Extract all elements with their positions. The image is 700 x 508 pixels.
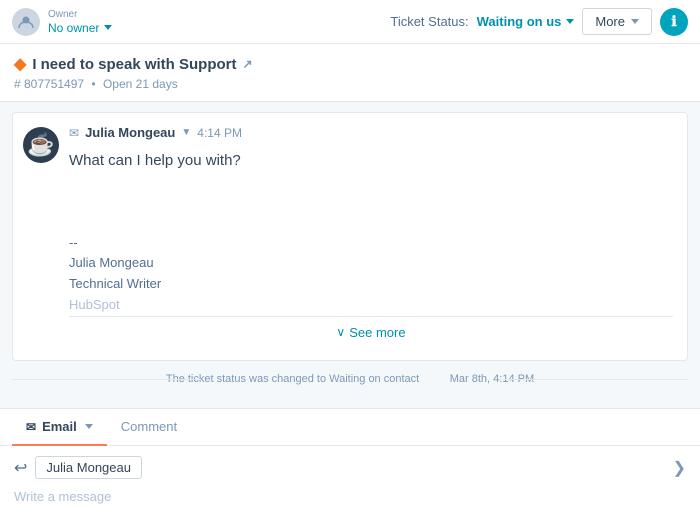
email-tab-chevron	[85, 424, 93, 429]
ticket-status-section: Ticket Status: Waiting on us More ℹ	[390, 8, 688, 36]
ticket-title: ◆ I need to speak with Support ↗	[14, 54, 686, 74]
message-signature: -- Julia Mongeau Technical Writer HubSpo…	[69, 233, 673, 316]
message-email-icon: ✉	[69, 126, 79, 140]
see-more-button[interactable]: ∨ See more	[69, 316, 673, 348]
more-button[interactable]: More	[582, 8, 652, 35]
status-dropdown-icon	[566, 19, 574, 24]
owner-info: Owner No owner	[48, 9, 112, 35]
ticket-status-label: Ticket Status:	[390, 14, 468, 29]
page-wrapper: Owner No owner Ticket Status: Waiting on…	[0, 0, 700, 508]
message-body: ✉ Julia Mongeau ▼ 4:14 PM What can I hel…	[69, 113, 687, 360]
signature-title: Technical Writer	[69, 274, 673, 295]
info-button[interactable]: ℹ	[660, 8, 688, 36]
sender-avatar: ☕	[23, 127, 59, 163]
owner-section: Owner No owner	[12, 8, 112, 36]
ticket-meta: # 807751497 • Open 21 days	[14, 77, 686, 91]
reply-recipient-row: ↩ Julia Mongeau ❯	[14, 456, 686, 479]
status-change-text: The ticket status was changed to Waiting…	[166, 373, 534, 385]
ticket-status-badge[interactable]: Waiting on us	[477, 14, 575, 29]
ticket-brand-icon: ◆	[14, 54, 26, 74]
more-dropdown-icon	[631, 19, 639, 24]
ticket-number: # 807751497	[14, 77, 84, 91]
main-content: ☕ ✉ Julia Mongeau ▼ 4:14 PM What can I h…	[0, 102, 700, 414]
external-link-icon[interactable]: ↗	[243, 57, 253, 71]
message-body-text: What can I help you with?	[69, 150, 673, 173]
tab-comment[interactable]: Comment	[107, 409, 191, 446]
owner-avatar	[12, 8, 40, 36]
signature-dash: --	[69, 233, 673, 254]
top-bar: Owner No owner Ticket Status: Waiting on…	[0, 0, 700, 44]
message-sender-name: Julia Mongeau	[85, 125, 175, 140]
email-tab-icon: ✉	[26, 420, 36, 434]
recipient-chip[interactable]: Julia Mongeau	[35, 456, 142, 479]
owner-label: Owner	[48, 9, 112, 21]
collapse-button[interactable]: ❯	[673, 458, 686, 478]
signature-company: HubSpot	[69, 295, 673, 316]
message-card: ☕ ✉ Julia Mongeau ▼ 4:14 PM What can I h…	[12, 112, 688, 361]
message-time: 4:14 PM	[197, 126, 242, 140]
message-header: ✉ Julia Mongeau ▼ 4:14 PM	[69, 125, 673, 140]
reply-input-area: ↩ Julia Mongeau ❯ Write a message	[0, 446, 700, 508]
status-notification: The ticket status was changed to Waiting…	[12, 367, 688, 391]
ticket-open-days: Open 21 days	[103, 77, 178, 91]
ticket-title-bar: ◆ I need to speak with Support ↗ # 80775…	[0, 44, 700, 102]
reply-tabs: ✉ Email Comment	[0, 409, 700, 446]
message-avatar-col: ☕	[13, 113, 69, 360]
owner-name-link[interactable]: No owner	[48, 21, 112, 35]
write-message-placeholder[interactable]: Write a message	[14, 487, 686, 506]
owner-dropdown-icon	[104, 25, 112, 30]
signature-name: Julia Mongeau	[69, 253, 673, 274]
tab-email[interactable]: ✉ Email	[12, 409, 107, 446]
reply-back-icon[interactable]: ↩	[14, 458, 27, 478]
message-arrow-icon[interactable]: ▼	[181, 127, 191, 138]
reply-area: ✉ Email Comment ↩ Julia Mongeau ❯ Write …	[0, 408, 700, 508]
